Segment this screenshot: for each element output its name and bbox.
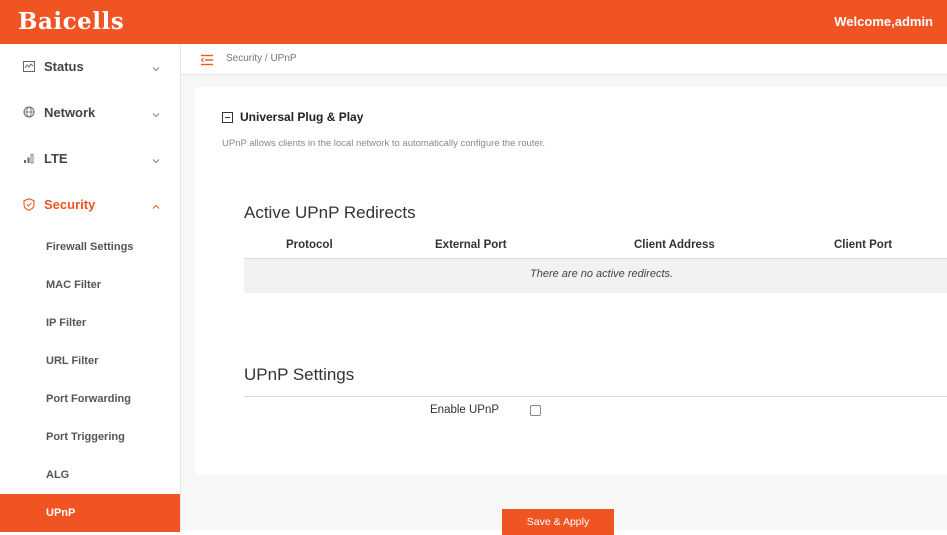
chevron-down-icon — [151, 61, 161, 72]
menu-collapse-icon[interactable] — [200, 53, 213, 66]
save-apply-button[interactable]: Save & Apply — [502, 509, 614, 535]
globe-icon — [22, 105, 36, 119]
welcome-user[interactable]: Welcome,admin — [834, 14, 933, 29]
sidebar-subitem-url-filter[interactable]: URL Filter — [0, 342, 180, 380]
collapse-icon[interactable] — [222, 111, 233, 123]
sidebar-item-label: Status — [44, 58, 84, 74]
sidebar-subitem-label: MAC Filter — [46, 279, 101, 291]
sidebar-subitem-label: Port Forwarding — [46, 393, 131, 405]
redirects-heading: Active UPnP Redirects — [244, 203, 416, 222]
sidebar-subitem-label: UPnP — [46, 507, 76, 519]
chevron-down-icon — [151, 153, 161, 164]
sidebar-item-label: Network — [44, 104, 96, 120]
enable-upnp-checkbox[interactable] — [530, 405, 541, 416]
table-row: There are no active redirects. — [244, 259, 947, 293]
redirects-table: Protocol External Port Client Address Cl… — [244, 234, 947, 293]
chevron-up-icon — [151, 199, 161, 209]
signal-bars-icon — [22, 151, 36, 165]
sidebar-subitem-mac-filter[interactable]: MAC Filter — [0, 266, 180, 304]
section-title: Universal Plug & Play — [240, 110, 364, 124]
column-client-address: Client Address — [634, 239, 715, 251]
table-header: Protocol External Port Client Address Cl… — [244, 234, 947, 259]
breadcrumb: Security / UPnP — [226, 53, 297, 64]
sidebar-subitem-firewall-settings[interactable]: Firewall Settings — [0, 228, 180, 266]
sidebar-subitem-label: URL Filter — [46, 355, 99, 367]
top-bar: Baicells Welcome,admin — [0, 0, 947, 44]
sidebar-item-network[interactable]: Network — [0, 90, 180, 134]
sidebar-subitem-ip-filter[interactable]: IP Filter — [0, 304, 180, 342]
column-client-port: Client Port — [834, 239, 893, 251]
sidebar: Status Network LTE Security Firewall Set — [0, 44, 181, 532]
settings-divider — [244, 396, 947, 397]
sidebar-subitem-port-triggering[interactable]: Port Triggering — [0, 418, 180, 456]
sidebar-item-label: LTE — [44, 150, 68, 166]
chevron-down-icon — [151, 107, 161, 118]
column-external-port: External Port — [435, 239, 507, 251]
sidebar-subitem-label: Firewall Settings — [46, 241, 134, 253]
enable-upnp-label: Enable UPnP — [430, 404, 500, 416]
section-header: Universal Plug & Play — [222, 110, 363, 124]
sidebar-subitem-label: IP Filter — [46, 317, 87, 329]
shield-icon — [22, 197, 36, 211]
column-protocol: Protocol — [286, 239, 333, 251]
sidebar-item-label: Security — [44, 196, 96, 212]
empty-table-message: There are no active redirects. — [530, 268, 674, 280]
sidebar-item-status[interactable]: Status — [0, 44, 180, 88]
settings-heading: UPnP Settings — [244, 365, 355, 384]
sidebar-item-security[interactable]: Security — [0, 182, 180, 226]
sidebar-subitem-label: ALG — [46, 469, 70, 481]
status-monitor-icon — [22, 59, 36, 73]
brand-logo[interactable]: Baicells — [18, 8, 124, 35]
sidebar-subitem-port-forwarding[interactable]: Port Forwarding — [0, 380, 180, 418]
sidebar-subitem-upnp[interactable]: UPnP — [0, 494, 180, 532]
sidebar-subitem-alg[interactable]: ALG — [0, 456, 180, 494]
sidebar-subitem-label: Port Triggering — [46, 431, 125, 443]
breadcrumb-bar: Security / UPnP — [181, 44, 947, 75]
section-description: UPnP allows clients in the local network… — [222, 138, 545, 149]
sidebar-item-lte[interactable]: LTE — [0, 136, 180, 180]
